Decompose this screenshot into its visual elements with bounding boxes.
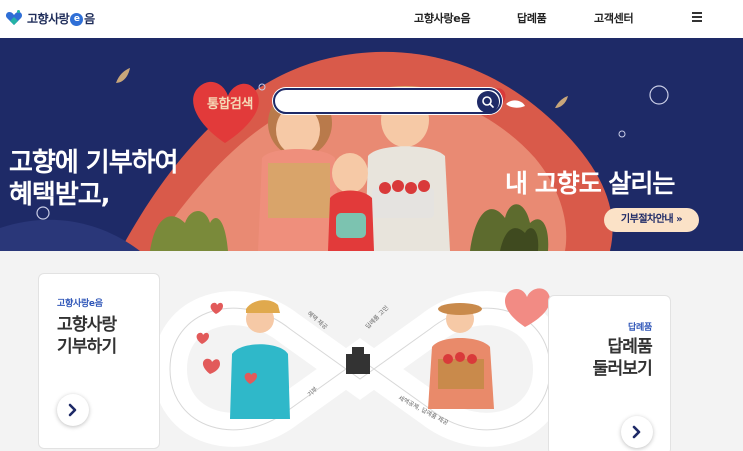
page: 고향사랑 e 음 고향사랑e음 답례품 고객센터 통합검색 고향에 기부하여 혜… — [0, 0, 743, 451]
donate-card-subtitle: 고향사랑e음 — [57, 299, 103, 309]
search-box — [273, 88, 502, 114]
hero-headline-right: 내 고향도 살리는 — [505, 169, 675, 198]
hero-headline-line-2: 혜택받고, — [9, 180, 111, 210]
donate-card-title: 고향사랑 기부하기 — [57, 314, 117, 358]
chevron-right-icon — [68, 403, 77, 417]
gifts-arrow-button[interactable] — [621, 416, 653, 448]
top-header: 고향사랑 e 음 고향사랑e음 답례품 고객센터 — [0, 0, 743, 38]
chevron-right-icon — [632, 425, 641, 439]
path-label-gift-choice: 답례품 고민 — [364, 304, 391, 331]
gifts-card-title-line-1: 답례품 — [607, 337, 652, 357]
donate-card[interactable]: 고향사랑e음 고향사랑 기부하기 — [38, 273, 160, 449]
nav-gifts[interactable]: 답례품 — [517, 10, 547, 26]
gifts-card[interactable]: 답례품 답례품 둘러보기 — [548, 295, 671, 451]
hamburger-menu-icon[interactable] — [692, 11, 704, 23]
donation-guide-button[interactable]: 기부절차안내 » — [604, 208, 699, 232]
gifts-card-subtitle: 답례품 — [628, 323, 652, 333]
nav-customer-center[interactable]: 고객센터 — [594, 10, 634, 26]
search-label: 통합검색 — [207, 97, 253, 112]
donate-card-title-line-1: 고향사랑 — [57, 315, 117, 335]
hero-headline-line-1: 고향에 기부하여 — [9, 148, 178, 178]
logo-heart-icon — [5, 9, 23, 27]
search-input[interactable] — [285, 93, 475, 111]
search-icon — [482, 96, 494, 108]
donate-card-title-line-2: 기부하기 — [57, 337, 117, 357]
gifts-card-title: 답례품 둘러보기 — [592, 336, 653, 380]
donation-cycle-illustration: 혜택 제공 답례품 고민 기부 세액공제, 답례품 제공 — [160, 288, 560, 447]
search-button[interactable] — [477, 91, 499, 113]
site-logo[interactable]: 고향사랑 e 음 — [5, 8, 95, 28]
shortcut-section: 고향사랑e음 고향사랑 기부하기 혜택 제공 답례품 고민 기부 세액공제, 답… — [0, 251, 743, 451]
hero-banner: 통합검색 고향에 기부하여 혜택받고, 내 고향도 살리는 기부절차안내 » — [0, 38, 743, 251]
gifts-card-title-line-2: 둘러보기 — [592, 359, 653, 379]
nav-gohyang-eum[interactable]: 고향사랑e음 — [414, 10, 471, 26]
donate-arrow-button[interactable] — [57, 394, 89, 426]
hero-headline-left: 고향에 기부하여 혜택받고, — [9, 147, 178, 211]
logo-text: 고향사랑 e 음 — [27, 11, 95, 26]
